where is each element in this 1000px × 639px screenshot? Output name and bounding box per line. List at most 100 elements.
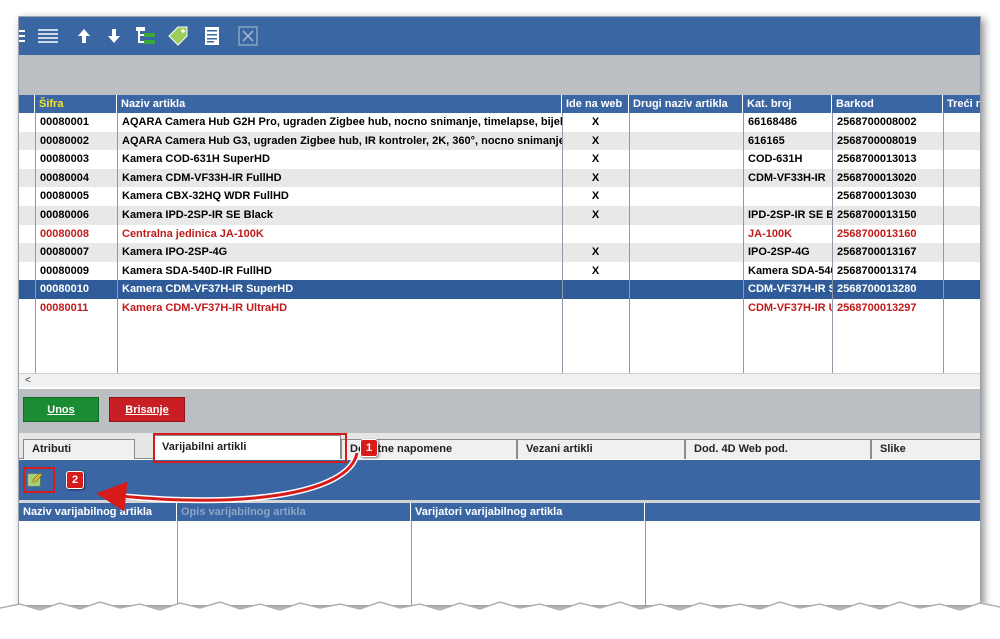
cell-barkod: 2568700013150	[837, 209, 917, 221]
variant-toolbar	[19, 460, 980, 500]
cell-kat: 66168486	[748, 116, 797, 128]
cell-drugi	[629, 299, 743, 318]
cell-sifra: 00080002	[40, 134, 89, 147]
cell-drugi	[629, 150, 743, 169]
column-header-drugi-naziv[interactable]: Drugi naziv artikla	[629, 95, 743, 113]
cell-naziv: Kamera CDM-VF33H-IR FullHD	[122, 171, 282, 184]
cell-kat: CDM-VF33H-IR	[748, 171, 826, 184]
list-icon[interactable]	[35, 23, 61, 49]
annotation-badge-2: 2	[66, 471, 84, 489]
cell-treci	[943, 225, 980, 244]
cell-drugi	[629, 225, 743, 244]
close-icon[interactable]	[235, 23, 261, 49]
table-row[interactable]: 00080003 Kamera COD-631H SuperHD X COD-631H…	[19, 150, 980, 169]
row-indicator-header	[19, 95, 35, 113]
brisanje-button[interactable]: Brisanje	[109, 397, 185, 422]
cell-naziv: Kamera SDA-540D-IR FullHD	[122, 264, 272, 277]
tab-vezani-artikli[interactable]: Vezani artikli	[517, 439, 685, 459]
cell-drugi	[629, 187, 743, 206]
column-divider	[177, 521, 178, 605]
tab-slike[interactable]: Slike	[871, 439, 980, 459]
cell-web: X	[591, 153, 600, 166]
cell-drugi	[629, 262, 743, 281]
cell-treci	[943, 262, 980, 281]
cell-web: X	[591, 264, 600, 277]
cell-barkod: 2568700013167	[837, 246, 917, 259]
document-icon[interactable]	[199, 23, 225, 49]
cell-sifra: 00080009	[40, 264, 89, 277]
cell-drugi	[629, 113, 743, 132]
toolbar	[19, 17, 980, 55]
cell-treci	[943, 299, 980, 318]
cell-sifra: 00080008	[40, 227, 89, 240]
cell-kat	[743, 187, 832, 206]
table-row[interactable]: 00080004 Kamera CDM-VF33H-IR FullHD X CDM-V…	[19, 168, 980, 188]
cell-treci	[943, 280, 980, 299]
cell-sifra: 00080006	[40, 209, 89, 221]
cell-web: X	[591, 190, 600, 203]
articles-table[interactable]: Šifra Naziv artikla Ide na web Drugi naz…	[19, 95, 980, 389]
cell-barkod: 2568700013297	[837, 302, 917, 314]
cell-sifra: 00080007	[40, 246, 89, 259]
cell-web	[562, 299, 629, 318]
arrow-down-icon[interactable]	[101, 23, 127, 49]
column-header-sifra[interactable]: Šifra	[35, 95, 117, 113]
column-header-treci[interactable]: Treći n	[943, 95, 980, 113]
column-header-naziv-varijabilnog[interactable]: Naziv varijabilnog artikla	[19, 503, 177, 521]
hamburger-icon[interactable]	[19, 23, 27, 49]
table-row[interactable]: 00080007 Kamera IPO-2SP-4G X IPO-2SP-4G 2568…	[19, 243, 980, 262]
cell-naziv: Kamera CDM-VF37H-IR UltraHD	[122, 302, 288, 314]
table-row[interactable]: 00080005 Kamera CBX-32HQ WDR FullHD X 25687…	[19, 187, 980, 206]
column-divider	[117, 113, 118, 373]
column-header-opis-varijabilnog[interactable]: Opis varijabilnog artikla	[177, 503, 411, 521]
cell-naziv: AQARA Camera Hub G3, ugraden Zigbee hub,…	[122, 134, 562, 147]
table-row[interactable]: 00080008 Centralna jedinica JA-100K JA-100…	[19, 225, 980, 244]
cell-sifra: 00080003	[40, 153, 89, 166]
cell-web	[562, 225, 629, 244]
variants-table[interactable]: Naziv varijabilnog artikla Opis varijabi…	[19, 503, 980, 605]
column-header-naziv[interactable]: Naziv artikla	[117, 95, 562, 113]
cell-naziv: AQARA Camera Hub G2H Pro, ugraden Zigbee…	[122, 116, 562, 128]
tag-icon[interactable]	[165, 23, 191, 49]
table-row[interactable]: 00080006 Kamera IPD-2SP-IR SE Black X IPD-2…	[19, 206, 980, 225]
table-row[interactable]: 00080009 Kamera SDA-540D-IR FullHD X Kamera…	[19, 262, 980, 281]
unos-button[interactable]: Unos	[23, 397, 99, 422]
column-header-kat-broj[interactable]: Kat. broj	[743, 95, 832, 113]
cell-kat: CDM-VF37H-IR U	[748, 302, 832, 314]
torn-edge-decoration	[0, 601, 1000, 639]
cell-treci	[943, 150, 980, 169]
cell-kat: IPO-2SP-4G	[748, 246, 810, 259]
column-divider	[562, 113, 563, 373]
tree-icon[interactable]	[133, 23, 159, 49]
tab-dod-4d-web[interactable]: Dod. 4D Web pod.	[685, 439, 871, 459]
cell-barkod: 2568700013020	[837, 171, 917, 184]
table-row[interactable]: 00080001 AQARA Camera Hub G2H Pro, ugrade…	[19, 113, 980, 132]
cell-drugi	[629, 280, 743, 299]
cell-drugi	[629, 206, 743, 225]
column-divider	[943, 113, 944, 373]
action-bar: Unos Brisanje	[19, 389, 980, 433]
cell-naziv: Kamera COD-631H SuperHD	[122, 153, 270, 166]
column-header-barkod[interactable]: Barkod	[832, 95, 943, 113]
column-header-varijatori[interactable]: Varijatori varijabilnog artikla	[411, 503, 645, 521]
horizontal-scrollbar[interactable]: <	[19, 373, 980, 387]
table-row[interactable]: 00080011 Kamera CDM-VF37H-IR UltraHD CDM-V…	[19, 299, 980, 318]
cell-sifra: 00080011	[40, 302, 89, 314]
scroll-left-arrow[interactable]: <	[25, 374, 31, 388]
cell-drugi	[629, 243, 743, 262]
cell-sifra: 00080010	[40, 283, 89, 296]
cell-barkod: 2568700008019	[837, 134, 917, 147]
cell-naziv: Kamera IPD-2SP-IR SE Black	[122, 209, 274, 221]
icon-highlight-box	[23, 467, 55, 493]
cell-kat: 616165	[748, 134, 785, 147]
cell-kat: IPD-2SP-IR SE Bl	[748, 209, 832, 221]
column-divider	[743, 113, 744, 373]
column-header-web[interactable]: Ide na web	[562, 95, 629, 113]
table-row[interactable]: 00080002 AQARA Camera Hub G3, ugraden Zig…	[19, 131, 980, 151]
table-row[interactable]: 00080010 Kamera CDM-VF37H-IR SuperHD CDM-V…	[19, 280, 980, 299]
cell-treci	[943, 169, 980, 188]
cell-web: X	[591, 134, 600, 147]
tab-atributi[interactable]: Atributi	[23, 439, 135, 459]
variants-table-header: Naziv varijabilnog artikla Opis varijabi…	[19, 503, 980, 521]
arrow-up-icon[interactable]	[71, 23, 97, 49]
